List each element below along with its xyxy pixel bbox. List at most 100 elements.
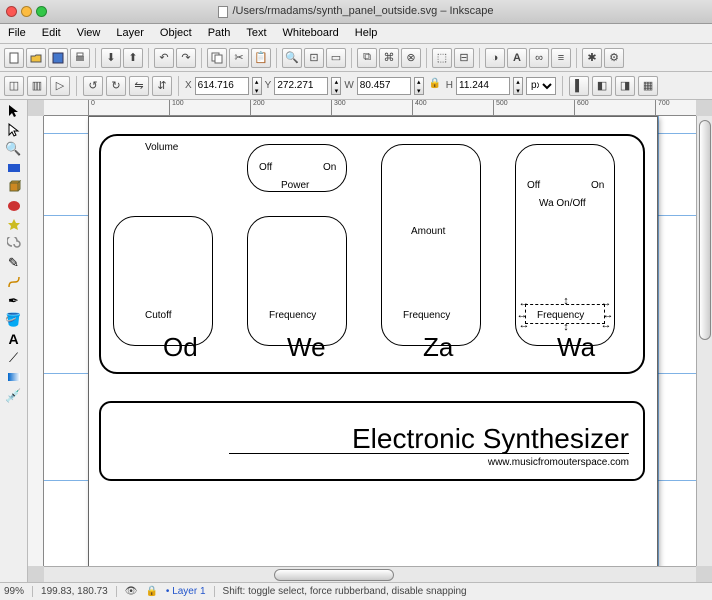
close-icon[interactable] — [6, 6, 17, 17]
zoom-tool[interactable]: 🔍 — [3, 140, 25, 158]
ruler-horizontal[interactable]: 0 100 200 300 400 500 600 700 — [44, 100, 696, 116]
we-module[interactable] — [247, 216, 347, 346]
zoom-field[interactable]: 99% — [4, 586, 33, 597]
selector-tool[interactable] — [3, 102, 25, 120]
deselect-button[interactable]: ▷ — [50, 76, 70, 96]
menu-path[interactable]: Path — [200, 24, 239, 43]
synth-panel-bottom[interactable]: Electronic Synthesizer www.musicfromoute… — [99, 401, 645, 481]
redo-button[interactable]: ↷ — [176, 48, 196, 68]
scrollbar-thumb[interactable] — [274, 569, 394, 581]
star-tool[interactable] — [3, 216, 25, 234]
guide-line[interactable] — [658, 116, 659, 566]
x-spinner[interactable]: ▴▾ — [252, 77, 262, 95]
affect-pattern-button[interactable]: ▦ — [638, 76, 658, 96]
flip-v-button[interactable]: ⇵ — [152, 76, 172, 96]
prefs-button[interactable]: ✱ — [582, 48, 602, 68]
ellipse-tool[interactable] — [3, 197, 25, 215]
canvas[interactable]: Volume Off On Power Cutoff Od Frequency … — [44, 116, 696, 566]
bucket-tool[interactable]: 🪣 — [3, 311, 25, 329]
synth-panel-top[interactable]: Volume Off On Power Cutoff Od Frequency … — [99, 134, 645, 374]
zoom-drawing-button[interactable]: ⊡ — [304, 48, 324, 68]
paste-button[interactable]: 📋 — [251, 48, 271, 68]
lock-icon[interactable]: 🔒 — [427, 78, 443, 94]
3dbox-tool[interactable] — [3, 178, 25, 196]
w-input[interactable] — [357, 77, 411, 95]
rect-tool[interactable] — [3, 159, 25, 177]
y-input[interactable] — [274, 77, 328, 95]
spiral-tool[interactable] — [3, 235, 25, 253]
duplicate-button[interactable]: ⧉ — [357, 48, 377, 68]
zoom-icon[interactable] — [36, 6, 47, 17]
xml-button[interactable]: ∞ — [529, 48, 549, 68]
visibility-icon[interactable]: 👁 — [125, 586, 138, 597]
unit-select[interactable]: px — [526, 77, 556, 95]
copy-button[interactable] — [207, 48, 227, 68]
cut-button[interactable]: ✂ — [229, 48, 249, 68]
scale-handle-nw[interactable]: ↔ — [518, 297, 530, 309]
unlink-button[interactable]: ⊗ — [401, 48, 421, 68]
window-titlebar: /Users/rmadams/synth_panel_outside.svg –… — [0, 0, 712, 24]
group-button[interactable]: ⬚ — [432, 48, 452, 68]
import-button[interactable]: ⬇ — [101, 48, 121, 68]
affect-corners-button[interactable]: ◧ — [592, 76, 612, 96]
text-tool[interactable]: A — [3, 330, 25, 348]
minimize-icon[interactable] — [21, 6, 32, 17]
scale-handle-ne[interactable]: ↔ — [600, 297, 612, 309]
y-label: Y — [265, 80, 272, 91]
menu-layer[interactable]: Layer — [108, 24, 152, 43]
flip-h-button[interactable]: ⇋ — [129, 76, 149, 96]
h-spinner[interactable]: ▴▾ — [513, 77, 523, 95]
open-button[interactable] — [26, 48, 46, 68]
export-button[interactable]: ⬆ — [123, 48, 143, 68]
select-all-button[interactable]: ◫ — [4, 76, 24, 96]
fill-stroke-button[interactable]: ◑ — [485, 48, 505, 68]
y-spinner[interactable]: ▴▾ — [331, 77, 341, 95]
menu-help[interactable]: Help — [347, 24, 386, 43]
scale-handle-n[interactable]: ↕ — [560, 295, 572, 307]
save-button[interactable] — [48, 48, 68, 68]
menu-edit[interactable]: Edit — [34, 24, 69, 43]
print-button[interactable] — [70, 48, 90, 68]
rotate-ccw-button[interactable]: ↺ — [83, 76, 103, 96]
align-button[interactable]: ≡ — [551, 48, 571, 68]
ungroup-button[interactable]: ⊟ — [454, 48, 474, 68]
affect-gradient-button[interactable]: ◨ — [615, 76, 635, 96]
menu-object[interactable]: Object — [152, 24, 200, 43]
node-tool[interactable] — [3, 121, 25, 139]
zoom-page-button[interactable]: ▭ — [326, 48, 346, 68]
dropper-tool[interactable]: 💉 — [3, 387, 25, 405]
bezier-tool[interactable] — [3, 273, 25, 291]
scale-handle-s[interactable]: ↕ — [560, 321, 572, 333]
wa-on-label: On — [591, 180, 604, 191]
calligraphy-tool[interactable]: ✒ — [3, 292, 25, 310]
rotate-cw-button[interactable]: ↻ — [106, 76, 126, 96]
text-button[interactable]: A — [507, 48, 527, 68]
ruler-vertical[interactable] — [28, 116, 44, 566]
od-module[interactable] — [113, 216, 213, 346]
gradient-tool[interactable] — [3, 368, 25, 386]
undo-button[interactable]: ↶ — [154, 48, 174, 68]
menu-file[interactable]: File — [0, 24, 34, 43]
menu-text[interactable]: Text — [238, 24, 274, 43]
connector-tool[interactable]: ⟋ — [3, 349, 25, 367]
scale-handle-sw[interactable]: ↔ — [518, 319, 530, 331]
menu-view[interactable]: View — [69, 24, 109, 43]
h-input[interactable] — [456, 77, 510, 95]
docprops-button[interactable]: ⚙ — [604, 48, 624, 68]
scrollbar-vertical[interactable] — [696, 116, 712, 566]
menu-whiteboard[interactable]: Whiteboard — [275, 24, 347, 43]
affect-stroke-button[interactable]: ▌ — [569, 76, 589, 96]
x-input[interactable] — [195, 77, 249, 95]
select-layers-button[interactable]: ▥ — [27, 76, 47, 96]
selection-box[interactable]: ↔ ↕ ↔ ↔ ↔ ↔ ↕ ↔ — [525, 304, 605, 324]
zoom-fit-button[interactable]: 🔍 — [282, 48, 302, 68]
pencil-tool[interactable]: ✎ — [3, 254, 25, 272]
scale-handle-se[interactable]: ↔ — [600, 319, 612, 331]
w-spinner[interactable]: ▴▾ — [414, 77, 424, 95]
scrollbar-horizontal[interactable] — [44, 566, 696, 582]
scrollbar-thumb[interactable] — [699, 120, 711, 340]
clone-button[interactable]: ⌘ — [379, 48, 399, 68]
lock-layer-icon[interactable]: 🔒 — [145, 586, 157, 597]
layer-indicator[interactable]: • Layer 1 — [166, 586, 215, 597]
new-button[interactable] — [4, 48, 24, 68]
